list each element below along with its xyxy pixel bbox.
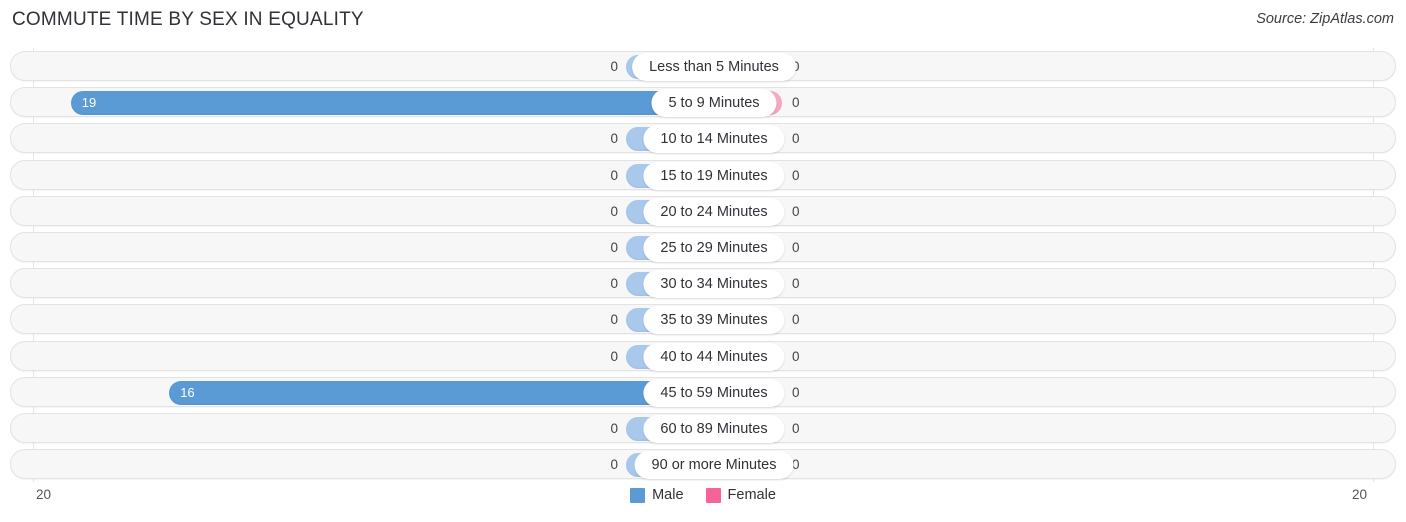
category-label: 40 to 44 Minutes: [643, 342, 785, 371]
category-label: 20 to 24 Minutes: [643, 197, 785, 226]
bar-row[interactable]: 16 0 45 to 59 Minutes: [10, 376, 1396, 407]
female-value-label: 0: [792, 384, 800, 400]
category-label: 90 or more Minutes: [634, 451, 794, 480]
female-value-label: 0: [792, 95, 800, 111]
bar-row[interactable]: 0 0 30 to 34 Minutes: [10, 268, 1396, 299]
female-value-label: 0: [792, 203, 800, 219]
female-value-label: 0: [792, 276, 800, 292]
male-swatch-icon: [630, 487, 646, 503]
bar-row[interactable]: 0 0 15 to 19 Minutes: [10, 159, 1396, 190]
female-value-label: 0: [792, 312, 800, 328]
male-value-label: 0: [610, 203, 618, 219]
male-bar[interactable]: 19: [70, 91, 694, 116]
source-attribution: Source: ZipAtlas.com: [1256, 11, 1394, 27]
male-value-label: 0: [610, 167, 618, 183]
bar-row[interactable]: 0 0 25 to 29 Minutes: [10, 232, 1396, 262]
chart-footer: 20 20 Male Female: [0, 484, 1406, 522]
category-label: 5 to 9 Minutes: [651, 89, 777, 118]
female-value-label: 0: [792, 131, 800, 147]
male-value-label: 16: [180, 384, 195, 400]
bar-row[interactable]: 19 0 5 to 9 Minutes: [10, 87, 1396, 118]
legend-item[interactable]: Male: [630, 487, 684, 503]
category-label: 10 to 14 Minutes: [643, 125, 785, 154]
chart-header: COMMUTE TIME BY SEX IN EQUALITY Source: …: [0, 0, 1406, 42]
legend-item[interactable]: Female: [705, 487, 776, 503]
female-swatch-icon: [705, 487, 721, 503]
category-label: 60 to 89 Minutes: [643, 415, 785, 443]
male-value-label: 0: [610, 240, 618, 255]
bar-row[interactable]: 0 0 90 or more Minutes: [10, 449, 1396, 480]
page-title: COMMUTE TIME BY SEX IN EQUALITY: [12, 9, 364, 30]
bar-row[interactable]: 00Less than 5 Minutes: [10, 51, 1396, 81]
female-value-label: 0: [792, 240, 800, 255]
chart-plot-area: 00Less than 5 Minutes1905 to 9 Minutes00…: [0, 48, 1406, 482]
bar-row[interactable]: 0 0 20 to 24 Minutes: [10, 195, 1396, 226]
category-label: 35 to 39 Minutes: [643, 306, 785, 335]
female-value-label: 0: [792, 52, 836, 82]
male-value-label: 0: [610, 131, 618, 147]
male-value-label: 0: [610, 276, 618, 292]
male-value-label: 0: [610, 59, 618, 74]
bar-row[interactable]: 0 0 40 to 44 Minutes: [10, 340, 1396, 371]
category-label: Less than 5 Minutes: [632, 53, 796, 81]
bar-row[interactable]: 0 0 60 to 89 Minutes: [10, 413, 1396, 443]
male-value-label: 19: [81, 95, 97, 111]
male-bar[interactable]: 16: [169, 380, 694, 405]
female-value-label: 0: [792, 348, 800, 364]
category-label: 45 to 59 Minutes: [643, 378, 785, 407]
female-value-label: 0: [792, 421, 800, 436]
female-value-label: 0: [792, 167, 800, 183]
category-label: 25 to 29 Minutes: [643, 234, 785, 262]
category-label: 30 to 34 Minutes: [643, 270, 785, 299]
male-value-label: 0: [610, 457, 618, 473]
male-value-label: 0: [610, 421, 618, 436]
legend-label: Female: [727, 487, 776, 503]
bar-row[interactable]: 0 0 35 to 39 Minutes: [10, 304, 1396, 335]
female-value-label: 0: [792, 457, 800, 473]
category-label: 15 to 19 Minutes: [643, 161, 785, 190]
chart-legend: Male Female: [0, 487, 1406, 503]
male-value-label: 0: [610, 348, 618, 364]
male-value-label: 0: [610, 312, 618, 328]
legend-label: Male: [652, 487, 684, 503]
bar-row[interactable]: 0 0 10 to 14 Minutes: [10, 123, 1396, 154]
